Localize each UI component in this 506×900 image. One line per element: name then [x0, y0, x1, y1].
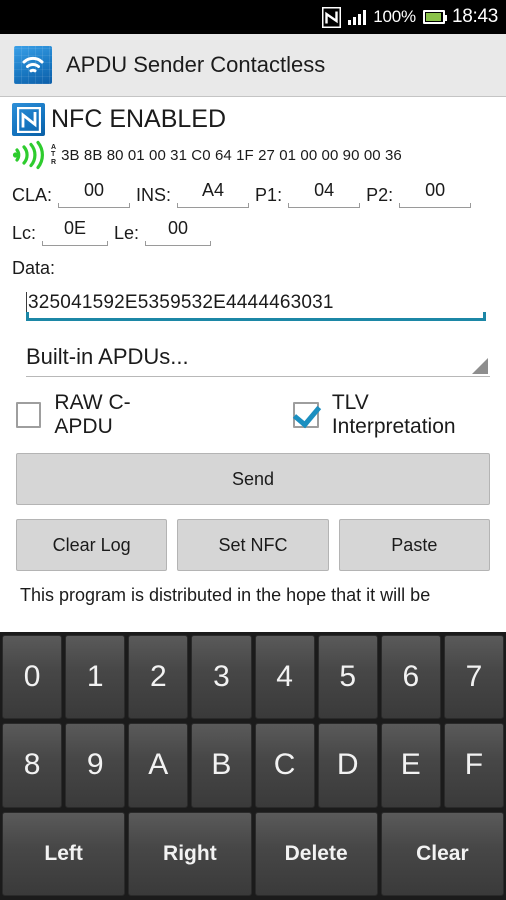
key-delete[interactable]: Delete	[254, 811, 378, 896]
nfc-n-icon	[321, 6, 341, 28]
battery-percent-label: 100%	[373, 7, 416, 26]
key-6[interactable]: 6	[380, 635, 441, 720]
keyboard-row-1: 0 1 2 3 4 5 6 7	[2, 635, 504, 720]
clear-log-button[interactable]: Clear Log	[16, 519, 168, 571]
key-left[interactable]: Left	[2, 811, 126, 896]
lc-value: 0E	[64, 218, 87, 238]
data-value: 325041592E5359532E4444463031	[28, 292, 334, 313]
key-2[interactable]: 2	[128, 635, 189, 720]
set-nfc-button[interactable]: Set NFC	[177, 519, 329, 571]
lc-label: Lc:	[12, 223, 37, 243]
nfc-logo-icon	[12, 103, 45, 136]
keyboard-row-2: 8 9 A B C D E F	[2, 723, 504, 808]
key-0[interactable]: 0	[2, 635, 63, 720]
paste-button[interactable]: Paste	[338, 519, 490, 571]
atr-tag-label: A T R	[51, 144, 56, 167]
key-d[interactable]: D	[317, 723, 378, 808]
dropdown-triangle-icon	[472, 358, 488, 374]
secondary-button-row: Clear Log Set NFC Paste	[16, 519, 490, 571]
keyboard-row-3: Left Right Delete Clear	[2, 811, 504, 896]
ins-label: INS:	[136, 185, 172, 205]
options-row: RAW C-APDU TLV Interpretation	[12, 391, 494, 439]
p2-value: 00	[425, 180, 446, 200]
send-button[interactable]: Send	[16, 453, 490, 505]
key-1[interactable]: 1	[65, 635, 126, 720]
tlv-interpretation-checkbox[interactable]: TLV Interpretation	[293, 391, 494, 439]
nfc-status-row: NFC ENABLED	[12, 103, 494, 136]
page-title: APDU Sender Contactless	[66, 52, 326, 77]
atr-tag-r: R	[51, 158, 57, 166]
raw-capdu-label: RAW C-APDU	[54, 391, 131, 438]
key-4[interactable]: 4	[254, 635, 315, 720]
license-text: This program is distributed in the hope …	[20, 585, 431, 605]
builtin-apdus-spinner[interactable]: Built-in APDUs...	[26, 337, 490, 377]
clock-label: 18:43	[451, 6, 498, 27]
hex-keyboard: 0 1 2 3 4 5 6 7 8 9 A B C D E F Left Rig…	[0, 632, 506, 900]
raw-capdu-checkbox[interactable]: RAW C-APDU	[16, 391, 185, 439]
key-7[interactable]: 7	[443, 635, 504, 720]
le-input[interactable]: 00	[145, 218, 212, 246]
atr-tag-a: A	[51, 143, 57, 151]
ins-value: A4	[202, 180, 225, 200]
tlv-label: TLV Interpretation	[331, 391, 456, 438]
p1-label: P1:	[255, 185, 283, 205]
checkbox-box-checked	[293, 402, 319, 428]
p1-input[interactable]: 04	[288, 180, 361, 208]
ins-input[interactable]: A4	[177, 180, 250, 208]
text-cursor	[26, 292, 27, 314]
le-value: 00	[168, 218, 189, 238]
contactless-signal-icon	[12, 140, 48, 170]
le-label: Le:	[114, 223, 140, 243]
key-clear[interactable]: Clear	[380, 811, 504, 896]
atr-tag-t: T	[51, 151, 56, 159]
battery-charging-icon	[422, 10, 447, 24]
key-5[interactable]: 5	[317, 635, 378, 720]
key-b[interactable]: B	[191, 723, 252, 808]
main-content: NFC ENABLED A T R 3B 8B 80 01 00 31 C0 6…	[0, 103, 506, 607]
app-root: 100% 18:43 APDU Sender Contactless NFC E…	[0, 0, 506, 900]
lc-input[interactable]: 0E	[42, 218, 109, 246]
data-input[interactable]: 325041592E5359532E4444463031	[26, 285, 486, 321]
apdu-header-row: CLA: 00 INS: A4 P1: 04 P2: 00	[12, 180, 494, 208]
nfc-status-label: NFC ENABLED	[51, 105, 227, 133]
spinner-selected-label: Built-in APDUs...	[26, 343, 189, 369]
atr-value: 3B 8B 80 01 00 31 C0 64 1F 27 01 00 00 9…	[61, 146, 402, 164]
key-right[interactable]: Right	[128, 811, 252, 896]
checkbox-box-unchecked	[16, 402, 42, 428]
contactless-waves-icon	[14, 46, 52, 84]
key-f[interactable]: F	[443, 723, 504, 808]
key-3[interactable]: 3	[191, 635, 252, 720]
p2-label: P2:	[366, 185, 394, 205]
cla-value: 00	[84, 180, 105, 200]
p1-value: 04	[314, 180, 335, 200]
key-c[interactable]: C	[254, 723, 315, 808]
key-e[interactable]: E	[380, 723, 441, 808]
atr-row: A T R 3B 8B 80 01 00 31 C0 64 1F 27 01 0…	[12, 140, 494, 170]
key-8[interactable]: 8	[2, 723, 63, 808]
key-9[interactable]: 9	[65, 723, 126, 808]
p2-input[interactable]: 00	[399, 180, 472, 208]
apdu-length-row: Lc: 0E Le: 00	[12, 218, 494, 246]
data-label: Data:	[12, 258, 56, 278]
status-bar: 100% 18:43	[0, 0, 506, 34]
cla-label: CLA:	[12, 185, 53, 205]
cla-input[interactable]: 00	[58, 180, 131, 208]
signal-bars-icon	[347, 9, 367, 25]
key-a[interactable]: A	[128, 723, 189, 808]
action-bar: APDU Sender Contactless	[0, 34, 506, 97]
